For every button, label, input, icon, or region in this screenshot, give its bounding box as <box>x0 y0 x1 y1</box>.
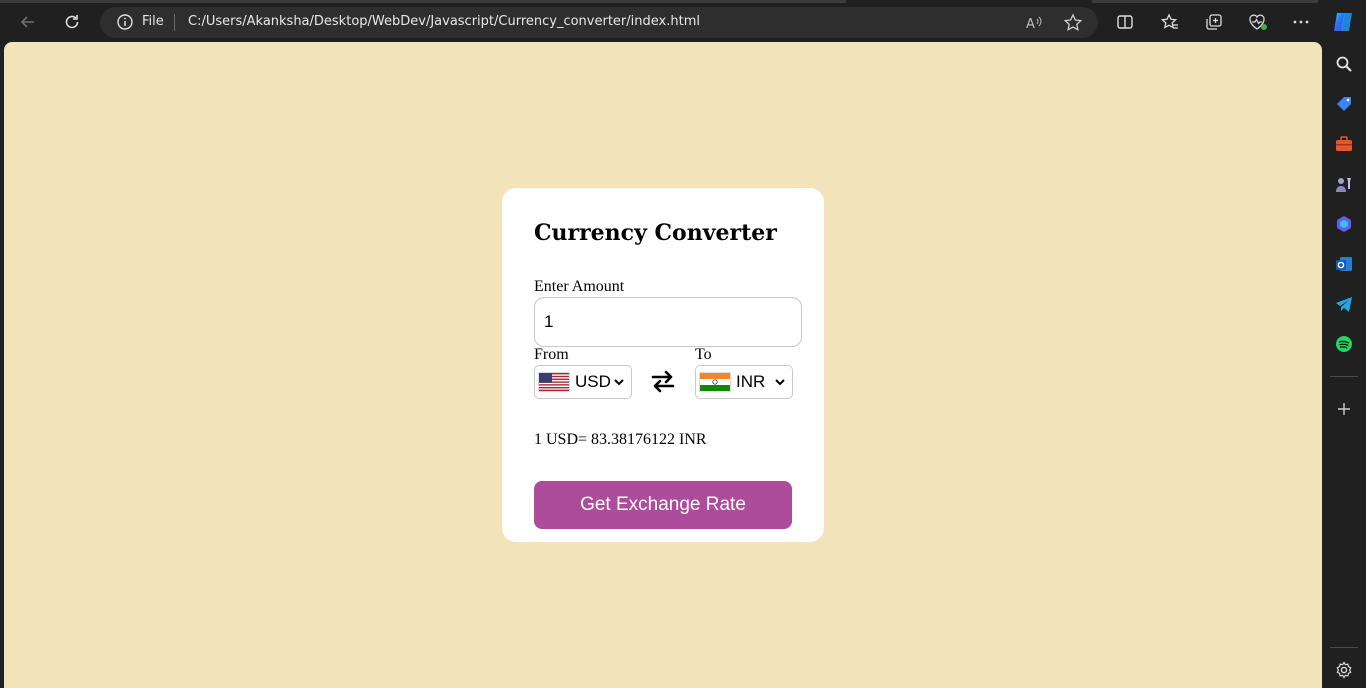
spotify-icon[interactable] <box>1332 332 1356 356</box>
address-url[interactable]: C:/Users/Akanksha/Desktop/WebDev/Javascr… <box>188 14 700 29</box>
app-title: Currency Converter <box>534 220 777 246</box>
read-aloud-icon[interactable]: A <box>1022 11 1046 35</box>
india-flag-icon <box>699 372 731 392</box>
shopping-tag-icon[interactable] <box>1332 92 1356 116</box>
tab-strip-edge-right <box>1092 0 1318 3</box>
tab-strip-edge <box>0 0 846 3</box>
to-currency-code: INR <box>736 372 766 391</box>
chevron-down-icon <box>774 373 786 392</box>
from-currency-select[interactable]: USD <box>534 365 632 399</box>
tools-icon[interactable] <box>1332 132 1356 156</box>
search-icon[interactable] <box>1332 52 1356 76</box>
browser-essentials-icon[interactable] <box>1246 10 1270 34</box>
address-scheme: File <box>142 14 164 29</box>
collections-icon[interactable] <box>1202 10 1226 34</box>
chevron-down-icon <box>613 373 625 392</box>
edge-sidebar <box>1322 44 1366 688</box>
amount-label: Enter Amount <box>534 278 625 295</box>
page-viewport: Currency Converter Enter Amount From To … <box>4 42 1322 688</box>
address-separator <box>174 14 175 31</box>
amount-input[interactable] <box>534 297 802 347</box>
info-icon[interactable] <box>116 13 134 35</box>
split-screen-icon[interactable] <box>1113 10 1137 34</box>
copilot-icon[interactable] <box>1331 10 1355 34</box>
swap-icon[interactable] <box>650 368 676 394</box>
from-label: From <box>534 346 569 363</box>
games-icon[interactable] <box>1332 172 1356 196</box>
us-flag-icon <box>538 372 570 392</box>
m365-icon[interactable] <box>1332 212 1356 236</box>
outlook-icon[interactable] <box>1332 252 1356 276</box>
exchange-result: 1 USD= 83.38176122 INR <box>534 431 707 448</box>
more-icon[interactable] <box>1289 10 1313 34</box>
rail-divider-bottom <box>1330 647 1358 648</box>
rail-divider <box>1330 376 1358 377</box>
get-exchange-rate-button[interactable]: Get Exchange Rate <box>534 481 792 529</box>
telegram-icon[interactable] <box>1332 292 1356 316</box>
svg-text:A: A <box>1026 17 1035 32</box>
favorites-icon[interactable] <box>1158 10 1182 34</box>
converter-card: Currency Converter Enter Amount From To … <box>502 188 824 542</box>
to-label: To <box>695 346 712 363</box>
from-currency-code: USD <box>575 372 611 391</box>
favorite-star-icon[interactable] <box>1061 11 1085 35</box>
address-bar[interactable]: File C:/Users/Akanksha/Desktop/WebDev/Ja… <box>100 7 1098 38</box>
browser-toolbar: File C:/Users/Akanksha/Desktop/WebDev/Ja… <box>0 0 1366 44</box>
to-currency-select[interactable]: INR <box>695 365 793 399</box>
back-icon[interactable] <box>16 10 40 34</box>
settings-icon[interactable] <box>1332 658 1356 682</box>
refresh-icon[interactable] <box>60 10 84 34</box>
add-icon[interactable] <box>1332 397 1356 421</box>
